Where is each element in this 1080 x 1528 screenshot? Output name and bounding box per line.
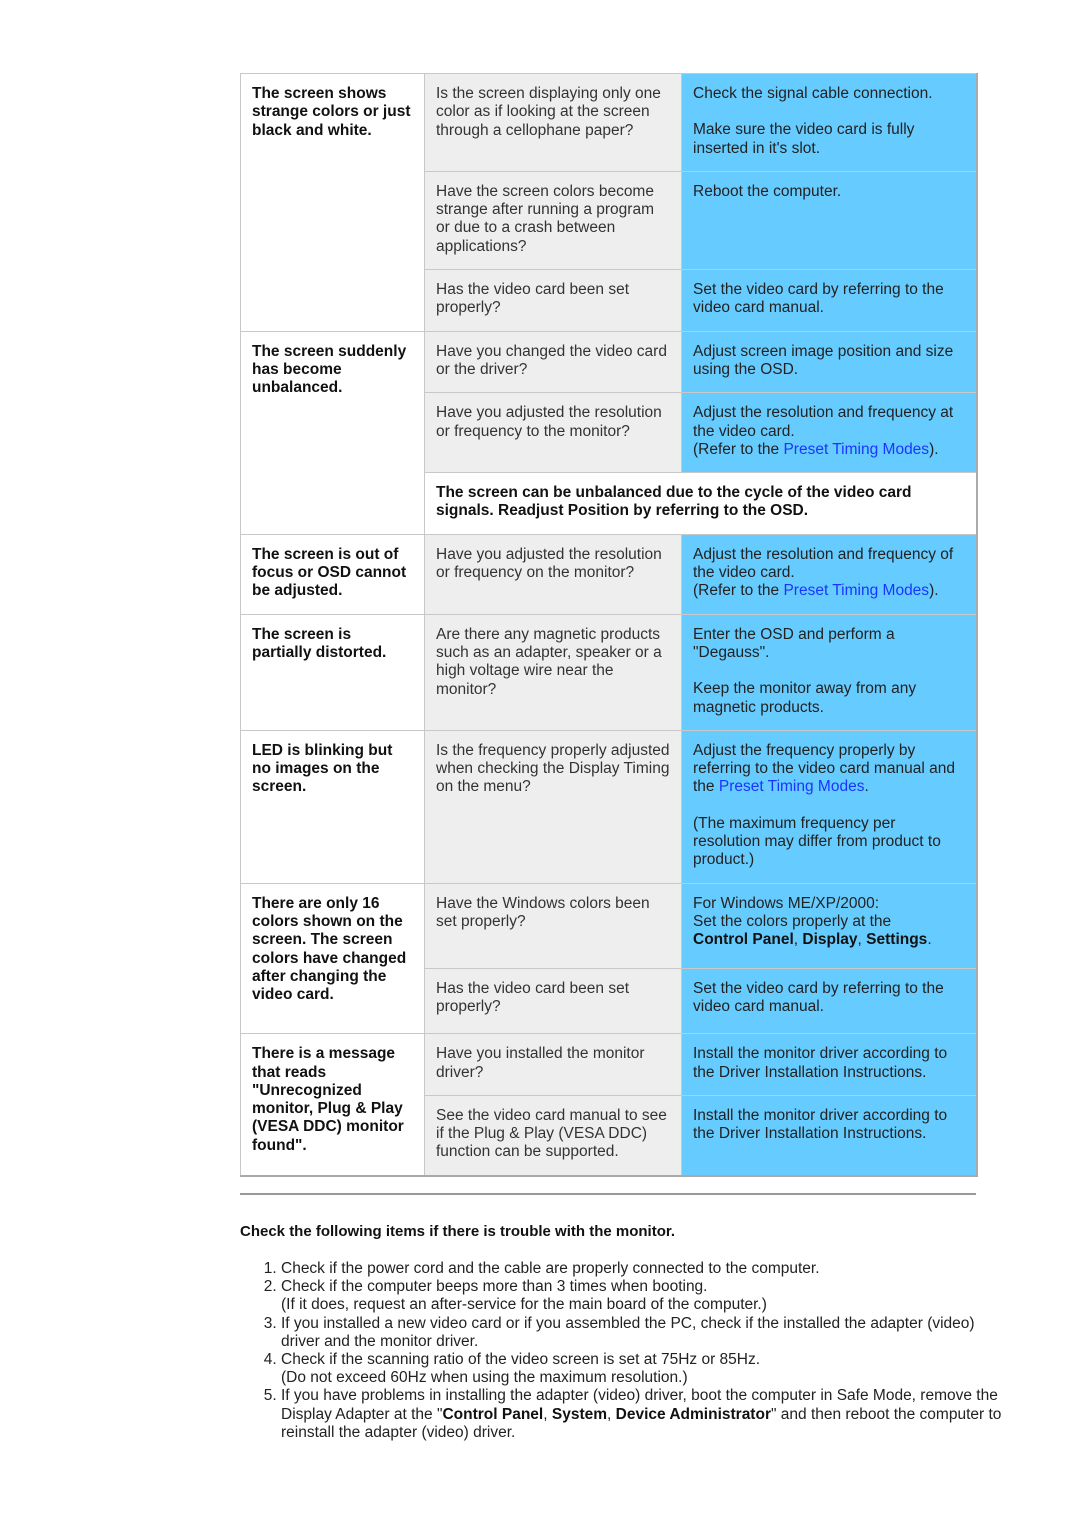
list-item: Check if the scanning ratio of the video… <box>281 1351 1017 1387</box>
list-item: Check if the power cord and the cable ar… <box>281 1260 1017 1278</box>
list-item: If you have problems in installing the a… <box>281 1387 1017 1442</box>
check-cell: Have you adjusted the resolution or freq… <box>424 392 682 474</box>
solution-text: Adjust the resolution and frequency at t… <box>693 404 954 440</box>
list-item-text: Check if the power cord and the cable ar… <box>281 1260 820 1277</box>
solution-text: Make sure the video card is fully insert… <box>693 121 915 157</box>
symptom-cell: The screen suddenly has become unbalance… <box>240 330 425 535</box>
solution-cell: Adjust the resolution and frequency at t… <box>681 392 977 474</box>
solution-text: Check the signal cable connection. <box>693 85 933 102</box>
check-cell: Have you changed the video card or the d… <box>424 330 682 394</box>
check-cell: Have the screen colors become strange af… <box>424 170 682 271</box>
troubleshooting-table: The screen shows strange colors or just … <box>240 73 978 1177</box>
table-row: LED is blinking but no images on the scr… <box>240 729 977 884</box>
preset-timing-modes-link[interactable]: Preset Timing Modes <box>783 582 929 599</box>
refer-prefix: (Refer to the <box>693 582 784 600</box>
solution-cell: Install the monitor driver according to … <box>681 1033 977 1096</box>
bold-item: Device Administrator <box>615 1405 771 1423</box>
check-cell: See the video card manual to see if the … <box>424 1094 682 1177</box>
solution-text: Keep the monitor away from any magnetic … <box>693 680 917 716</box>
solution-text: Set the colors properly at the <box>693 912 892 930</box>
section-divider <box>240 1193 976 1195</box>
bold-item: Settings <box>866 931 928 949</box>
list-item-text: Check if the scanning ratio of the video… <box>281 1351 761 1369</box>
check-cell: Have you adjusted the resolution or freq… <box>424 533 682 615</box>
symptom-cell: LED is blinking but no images on the scr… <box>240 729 425 884</box>
symptom-cell: The screen is partially distorted. <box>240 613 425 731</box>
solution-cell: Check the signal cable connection. Make … <box>681 73 977 172</box>
table-row: There are only 16 colors shown on the sc… <box>240 882 977 1035</box>
solution-cell: Reboot the computer. <box>681 170 977 271</box>
table-row: There is a message that reads "Unrecogni… <box>240 1033 977 1177</box>
checklist: Check if the power cord and the cable ar… <box>240 1260 1017 1442</box>
solution-extra: (The maximum frequency per resolution ma… <box>693 814 941 869</box>
list-item-text: If you installed a new video card or if … <box>281 1314 975 1350</box>
table-row: The screen suddenly has become unbalance… <box>240 330 977 535</box>
preset-timing-modes-link[interactable]: Preset Timing Modes <box>783 441 929 458</box>
bold-item: Control Panel <box>442 1405 544 1423</box>
check-cell: Is the frequency properly adjusted when … <box>424 729 682 884</box>
link-suffix: . <box>864 778 869 796</box>
troubleshooting-table-wrapper: The screen shows strange colors or just … <box>240 73 978 1177</box>
bold-item: Display <box>802 931 858 949</box>
symptom-cell: The screen shows strange colors or just … <box>240 73 425 332</box>
check-cell: Are there any magnetic products such as … <box>424 613 682 731</box>
check-cell: Has the video card been set properly? <box>424 269 682 332</box>
refer-prefix: (Refer to the <box>693 440 784 458</box>
solution-cell: Set the video card by referring to the v… <box>681 967 977 1035</box>
preset-timing-modes-link[interactable]: Preset Timing Modes <box>719 778 865 795</box>
table-row: The screen shows strange colors or just … <box>240 73 977 332</box>
solution-text: For Windows ME/XP/2000: <box>693 894 880 912</box>
solution-cell: Set the video card by referring to the v… <box>681 269 977 332</box>
check-cell: Have the Windows colors been set properl… <box>424 882 682 969</box>
list-item-text: Check if the computer beeps more than 3 … <box>281 1278 708 1296</box>
check-cell: Is the screen displaying only one color … <box>424 73 682 172</box>
check-cell: Has the video card been set properly? <box>424 967 682 1035</box>
solution-cell: Adjust the frequency properly by referri… <box>681 729 977 884</box>
solution-text: Enter the OSD and perform a "Degauss". <box>693 625 895 661</box>
checklist-title: Check the following items if there is tr… <box>240 1223 676 1240</box>
check-cell: Have you installed the monitor driver? <box>424 1033 682 1096</box>
list-item: Check if the computer beeps more than 3 … <box>281 1278 1017 1314</box>
solution-cell: Adjust the resolution and frequency of t… <box>681 533 977 615</box>
table-row: The screen is partially distorted. Are t… <box>240 613 977 731</box>
list-item: If you installed a new video card or if … <box>281 1315 1017 1351</box>
bold-item: Control Panel <box>693 931 794 949</box>
refer-suffix: ). <box>929 582 939 600</box>
solution-text: Adjust the resolution and frequency of t… <box>693 545 954 582</box>
refer-suffix: ). <box>929 440 939 458</box>
solution-cell: Install the monitor driver according to … <box>681 1094 977 1177</box>
list-item-note: (If it does, request an after-service fo… <box>281 1296 767 1314</box>
symptom-cell: There are only 16 colors shown on the sc… <box>240 882 425 1035</box>
bold-item: System <box>551 1405 608 1423</box>
symptom-cell: The screen is out of focus or OSD cannot… <box>240 533 425 615</box>
solution-cell: Adjust screen image position and size us… <box>681 330 977 394</box>
symptom-cell: There is a message that reads "Unrecogni… <box>240 1033 425 1177</box>
table-row: The screen is out of focus or OSD cannot… <box>240 533 977 615</box>
solution-cell: Enter the OSD and perform a "Degauss". K… <box>681 613 977 731</box>
solution-cell: For Windows ME/XP/2000: Set the colors p… <box>681 882 977 969</box>
note-cell: The screen can be unbalanced due to the … <box>424 472 977 535</box>
list-item-note: (Do not exceed 60Hz when using the maxim… <box>281 1369 688 1387</box>
